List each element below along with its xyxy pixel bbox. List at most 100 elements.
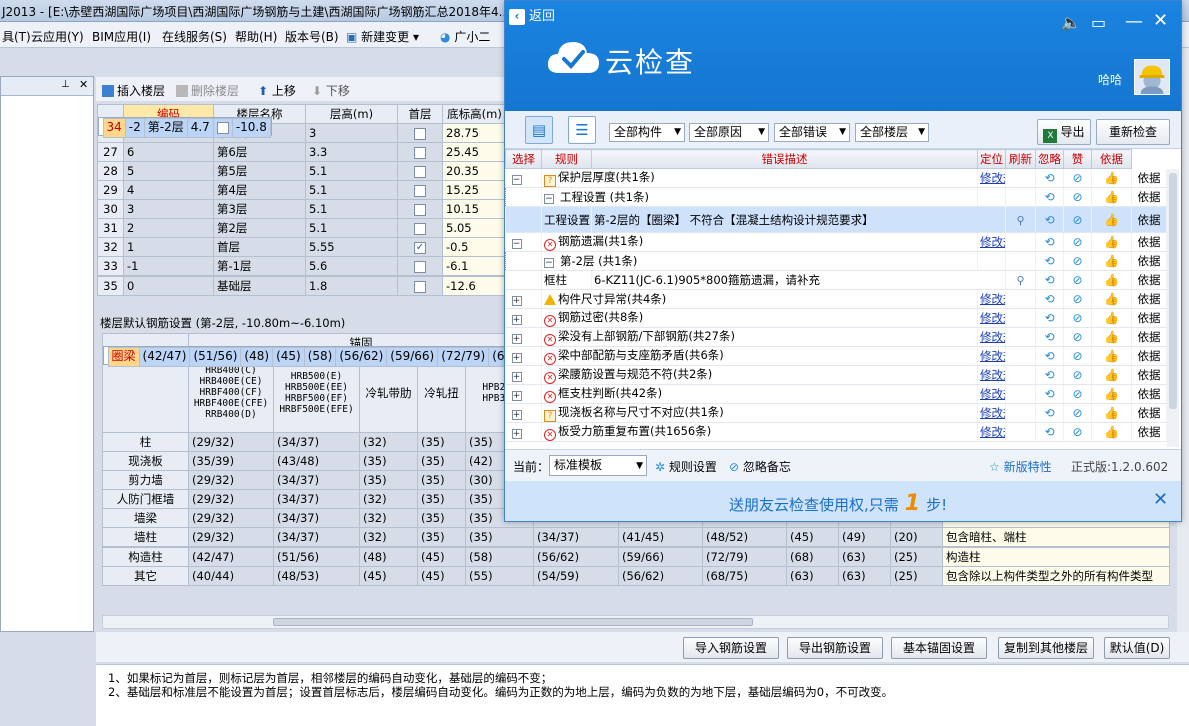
rebar-cell[interactable]: (35/39)	[188, 451, 274, 471]
refresh-cell[interactable]: ⟲	[1035, 187, 1064, 207]
rebar-cell[interactable]: (35)	[417, 470, 466, 490]
expand-toggle[interactable]: +	[511, 429, 522, 439]
floor-name[interactable]: 第-2层	[143, 117, 188, 138]
rebar-cell[interactable]: (58)	[303, 346, 337, 367]
like-cell[interactable]: 👍	[1091, 346, 1132, 366]
scroll-thumb[interactable]	[273, 618, 753, 626]
refresh-cell[interactable]: ⟲	[1035, 270, 1064, 290]
export-button[interactable]: X 导出	[1037, 119, 1091, 145]
floor-code[interactable]: 3	[123, 199, 214, 219]
rebar-cell[interactable]: (72/79)	[437, 346, 490, 367]
row-number[interactable]: 32	[97, 237, 124, 257]
locate-cell[interactable]	[1005, 422, 1036, 442]
refresh-icon[interactable]: ⟲	[1044, 190, 1054, 204]
first-floor-checkbox[interactable]: ✓	[414, 241, 426, 254]
list-view-button[interactable]: ▤	[525, 116, 553, 144]
expand-toggle[interactable]: +	[511, 296, 522, 306]
rebar-cell[interactable]: (43/48)	[273, 451, 360, 471]
floor-code[interactable]: 4	[123, 180, 214, 200]
rebar-cell[interactable]: 包含除以上构件类型之外的所有构件类型	[942, 566, 1170, 586]
ignore-cell[interactable]: ⊘	[1063, 422, 1092, 442]
error-row[interactable]: + ✕梁腰筋设置与规范不符(共2条)修改规则模板 ⟲ ⊘ 👍 依据	[505, 365, 1167, 385]
ignore-icon[interactable]: ⊘	[1072, 273, 1082, 287]
first-floor-checkbox[interactable]	[414, 260, 426, 273]
export-rebar-button[interactable]: 导出钢筋设置	[787, 637, 883, 659]
locate-cell[interactable]	[1005, 384, 1036, 404]
thumbs-up-icon[interactable]: 👍	[1104, 330, 1119, 344]
rebar-cell[interactable]: (29/32)	[188, 470, 274, 490]
floor-row[interactable]: 29 4 第4层 5.1 15.25	[97, 180, 507, 200]
floor-row[interactable]: 28 5 第5层 5.1 20.35	[97, 161, 507, 181]
floor-row[interactable]: 32 1 首层 5.55 ✓ -0.5	[97, 237, 507, 257]
ignore-cell[interactable]: ⊘	[1063, 270, 1092, 290]
refresh-cell[interactable]: ⟲	[1035, 346, 1064, 366]
floor-code[interactable]: -2	[124, 117, 145, 138]
rebar-cell[interactable]: (29/32)	[188, 432, 274, 452]
refresh-cell[interactable]: ⟲	[1035, 422, 1064, 442]
like-cell[interactable]: 👍	[1091, 403, 1132, 423]
rebar-cell[interactable]: (29/32)	[188, 489, 274, 509]
rebar-cell[interactable]: (48)	[359, 547, 418, 567]
reason-filter[interactable]: 全部原因 ▼	[689, 123, 769, 142]
refresh-icon[interactable]: ⟲	[1044, 406, 1054, 420]
like-cell[interactable]: 👍	[1091, 384, 1132, 404]
thumbs-up-icon[interactable]: 👍	[1104, 235, 1119, 249]
rebar-cell[interactable]: (42/47)	[188, 547, 274, 567]
like-cell[interactable]: 👍	[1091, 270, 1132, 290]
expand-toggle[interactable]: +	[511, 391, 522, 401]
menu-cloud[interactable]: 云应用(Y)	[31, 28, 84, 45]
like-cell[interactable]: 👍	[1091, 327, 1132, 347]
edit-rule-template-link[interactable]: 修改规则模板	[980, 349, 1005, 363]
first-floor-cell[interactable]	[397, 218, 443, 238]
thumbs-up-icon[interactable]: 👍	[1104, 368, 1119, 382]
scroll-thumb[interactable]	[1169, 173, 1177, 409]
ignore-cell[interactable]: ⊘	[1063, 232, 1092, 252]
rebar-cell[interactable]: (45)	[417, 547, 466, 567]
first-floor-cell[interactable]	[397, 123, 443, 143]
horizontal-scrollbar[interactable]	[102, 615, 1169, 629]
floor-height[interactable]: 5.1	[305, 161, 398, 181]
thumbs-up-icon[interactable]: 👍	[1104, 254, 1119, 268]
rebar-cell[interactable]: (29/32)	[188, 508, 274, 528]
volume-icon[interactable]: 🔈	[1061, 13, 1081, 32]
first-floor-checkbox[interactable]	[414, 127, 426, 140]
floor-name[interactable]: 第3层	[213, 199, 306, 219]
rebar-cell[interactable]: (35)	[417, 489, 466, 509]
rule-setting-link[interactable]: ✲ 规则设置	[655, 458, 717, 475]
rebar-cell[interactable]: (34/37)	[533, 527, 619, 547]
error-row[interactable]: 框柱 6-KZ11(JC-6.1)905*800箍筋遗漏，请补充 ⚲ ⟲ ⊘ 👍 依据	[505, 270, 1167, 290]
refresh-cell[interactable]: ⟲	[1035, 384, 1064, 404]
floor-row[interactable]: 35 0 基础层 1.8 -12.6	[97, 276, 507, 296]
first-floor-checkbox[interactable]	[414, 184, 426, 197]
locate-cell[interactable]	[1005, 403, 1036, 423]
floor-name[interactable]: 第2层	[213, 218, 306, 238]
basis-link[interactable]: 依据	[1131, 251, 1167, 271]
floor-row[interactable]: 30 3 第3层 5.1 10.15	[97, 199, 507, 219]
rebar-cell[interactable]: (34/37)	[273, 508, 360, 528]
ignore-icon[interactable]: ⊘	[1072, 254, 1082, 268]
basic-anchor-button[interactable]: 基本锚固设置	[891, 637, 987, 659]
floor-name[interactable]: 首层	[213, 237, 306, 257]
refresh-cell[interactable]: ⟲	[1035, 365, 1064, 385]
rebar-cell[interactable]: (56/62)	[618, 566, 703, 586]
template-select[interactable]: 标准模板 ▼	[549, 455, 647, 476]
rebar-cell[interactable]: (45)	[359, 566, 418, 586]
expand-toggle[interactable]: −	[511, 175, 522, 185]
rebar-cell[interactable]: (34/37)	[273, 470, 360, 490]
basis-link[interactable]: 依据	[1131, 308, 1167, 328]
expand-toggle[interactable]: +	[511, 353, 522, 363]
rebar-cell[interactable]: (32)	[359, 432, 418, 452]
rebar-cell[interactable]: (48/53)	[273, 566, 360, 586]
rebar-cell[interactable]: (45)	[417, 566, 466, 586]
floor-height[interactable]: 5.1	[305, 199, 398, 219]
rebar-cell[interactable]: (32)	[359, 508, 418, 528]
floor-height[interactable]: 4.7	[186, 117, 214, 138]
locate-cell[interactable]	[1005, 187, 1036, 207]
floor-height[interactable]: 5.6	[305, 256, 398, 276]
expand-toggle[interactable]: +	[511, 372, 522, 382]
ignore-icon[interactable]: ⊘	[1072, 171, 1082, 185]
error-row[interactable]: − ✕钢筋遗漏(共1条)修改规则模板 ⟲ ⊘ 👍 依据	[505, 232, 1167, 252]
refresh-icon[interactable]: ⟲	[1044, 425, 1054, 439]
first-floor-cell[interactable]	[397, 256, 443, 276]
floor-code[interactable]: 2	[123, 218, 214, 238]
